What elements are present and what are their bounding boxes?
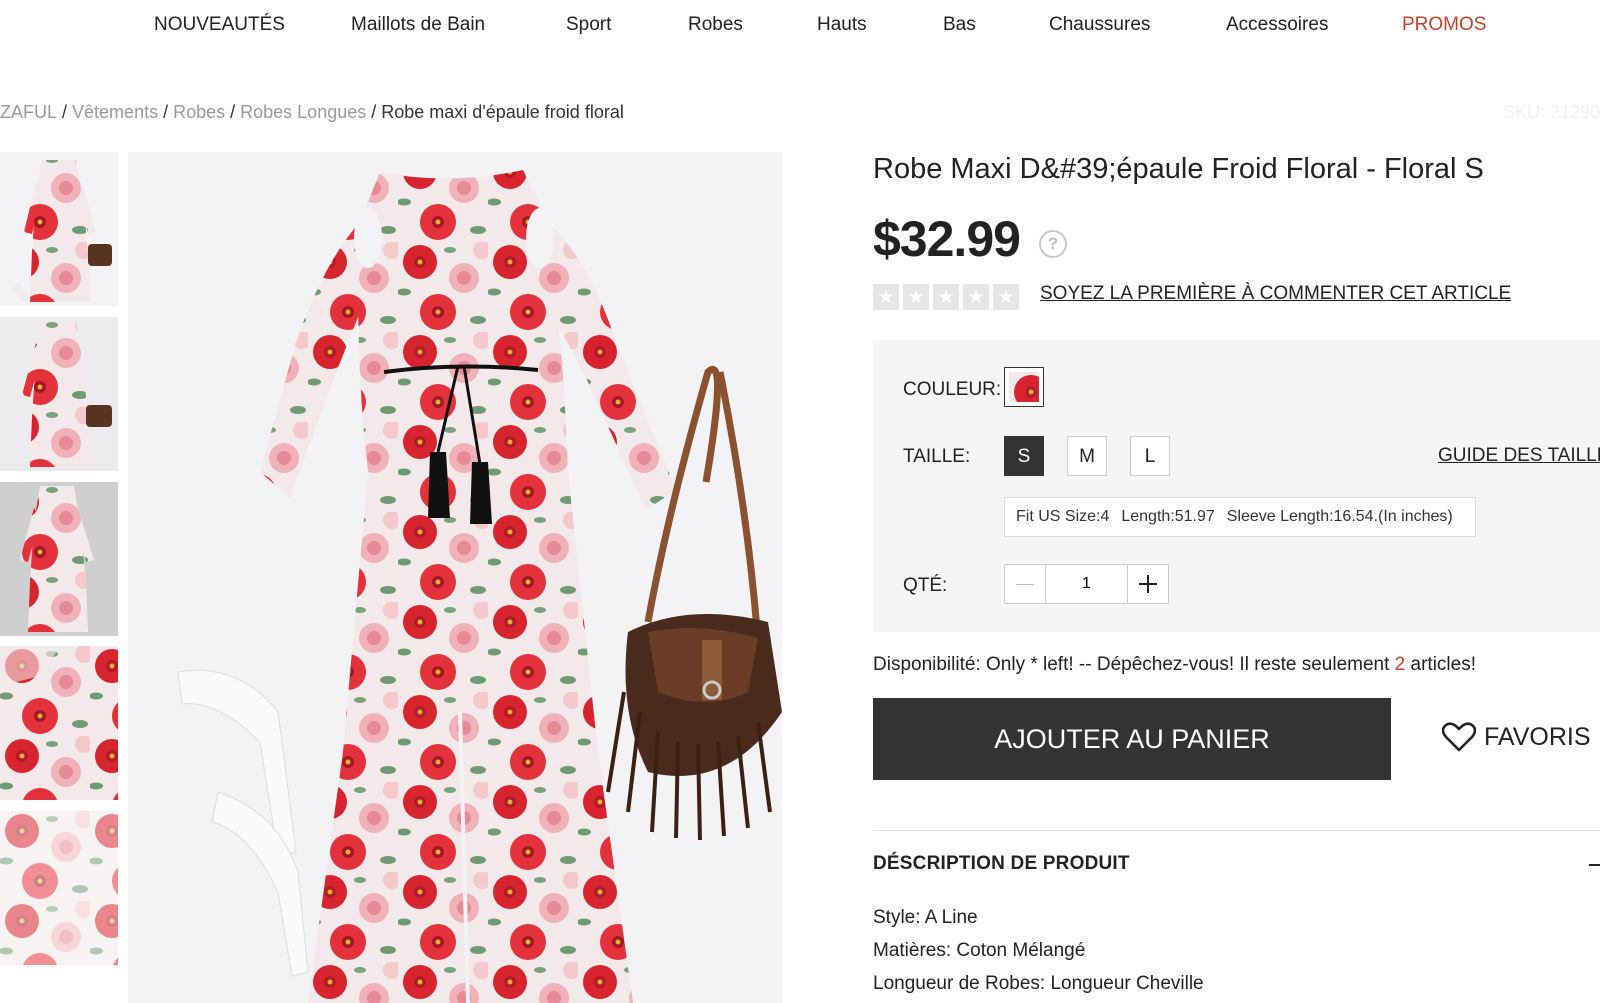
fit-us-size: Fit US Size:4 <box>1016 508 1110 525</box>
star-icon: ★ <box>903 284 929 310</box>
breadcrumb-separator: / <box>163 102 169 122</box>
breadcrumb-separator: / <box>62 102 68 122</box>
breadcrumb-separator: / <box>371 102 377 122</box>
thumbnail-image <box>0 811 118 965</box>
size-option-m[interactable]: M <box>1067 436 1107 476</box>
dress-illustration <box>128 152 782 1003</box>
breadcrumb-link-robes[interactable]: Robes <box>173 102 225 122</box>
product-main-image[interactable] <box>128 152 782 1003</box>
product-thumbnail-4[interactable] <box>0 646 118 800</box>
breadcrumb-current: Robe maxi d'épaule froid floral <box>381 102 624 122</box>
add-to-cart-button[interactable]: AJOUTER AU PANIER <box>873 698 1391 780</box>
nav-item-sport[interactable]: Sport <box>566 14 611 36</box>
spec-value: Coton Mélangé <box>956 940 1086 961</box>
breadcrumb-link-zaful[interactable]: ZAFUL <box>0 102 57 122</box>
breadcrumb-separator: / <box>230 102 236 122</box>
fit-length: Length:51.97 <box>1121 508 1215 525</box>
question-icon[interactable]: ? <box>1039 230 1067 258</box>
breadcrumb-link-vetements[interactable]: Vêtements <box>72 102 158 122</box>
product-thumbnail-1[interactable] <box>0 152 118 306</box>
nav-item-robes[interactable]: Robes <box>688 14 743 36</box>
spec-key: Style: <box>873 907 921 928</box>
review-link[interactable]: SOYEZ LA PREMIÈRE À COMMENTER CET ARTICL… <box>1040 283 1511 305</box>
product-thumbnail-5[interactable] <box>0 811 118 965</box>
fit-sleeve-length: Sleeve Length:16.54.(In inches) <box>1226 508 1453 525</box>
color-swatch-floral[interactable] <box>1004 367 1044 407</box>
breadcrumb-link-robes-longues[interactable]: Robes Longues <box>240 102 366 122</box>
star-icon: ★ <box>963 284 989 310</box>
star-icon: ★ <box>873 284 899 310</box>
favorites-button[interactable]: FAVORIS <box>1441 722 1591 752</box>
section-divider <box>873 830 1600 831</box>
thumbnail-image <box>0 646 118 800</box>
spec-style: Style: A Line <box>873 907 978 929</box>
spec-key: Matières: <box>873 940 952 961</box>
nav-item-chaussures[interactable]: Chaussures <box>1049 14 1150 36</box>
spec-material: Matières: Coton Mélangé <box>873 940 1085 962</box>
nav-item-accessoires[interactable]: Accessoires <box>1226 14 1328 36</box>
sku-label: SKU: 212905 <box>1503 102 1600 122</box>
collapse-icon[interactable] <box>1589 864 1600 866</box>
description-heading[interactable]: DÉSCRIPTION DE PRODUIT <box>873 853 1130 875</box>
main-nav: NOUVEAUTÉS Maillots de Bain Sport Robes … <box>0 0 1600 52</box>
availability-suffix: articles! <box>1410 654 1476 675</box>
product-thumbnail-2[interactable] <box>0 317 118 471</box>
nav-item-nouveautes[interactable]: NOUVEAUTÉS <box>154 14 285 36</box>
color-label: COULEUR: <box>903 379 1002 400</box>
product-price: $32.99 <box>873 211 1021 267</box>
plus-icon[interactable] <box>1127 565 1168 603</box>
favorites-label: FAVORIS <box>1484 722 1591 751</box>
spec-key: Longueur de Robes: <box>873 973 1046 994</box>
spec-length: Longueur de Robes: Longueur Cheville <box>873 973 1204 995</box>
breadcrumb: ZAFUL / Vêtements / Robes / Robes Longues / Robe… <box>0 102 624 123</box>
star-icon: ★ <box>933 284 959 310</box>
quantity-stepper <box>1004 564 1169 604</box>
fit-info: Fit US Size:4 Length:51.97 Sleeve Length:1… <box>1004 497 1476 537</box>
heart-icon <box>1441 722 1477 752</box>
spec-value: Longueur Cheville <box>1050 973 1204 994</box>
product-thumbnail-3[interactable] <box>0 482 118 636</box>
availability-count: 2 <box>1394 654 1406 675</box>
size-label: TAILLE: <box>903 446 971 467</box>
quantity-input[interactable] <box>1046 565 1127 603</box>
swatch-pattern <box>1009 372 1039 402</box>
spec-value: A Line <box>924 907 978 928</box>
availability-text: Disponibilité: Only * left! -- Dépêchez-… <box>873 654 1476 676</box>
thumbnail-image <box>0 482 118 636</box>
thumbnail-image <box>0 152 118 306</box>
rating-stars: ★ ★ ★ ★ ★ <box>873 284 1023 310</box>
swatch-image <box>1009 372 1039 402</box>
product-title: Robe Maxi D&#39;épaule Froid Floral - Fl… <box>873 153 1484 185</box>
thumbnail-image <box>0 317 118 471</box>
size-guide-link[interactable]: GUIDE DES TAILLE <box>1438 445 1600 467</box>
size-option-l[interactable]: L <box>1130 436 1170 476</box>
nav-item-promos[interactable]: PROMOS <box>1402 14 1486 36</box>
star-icon: ★ <box>993 284 1019 310</box>
size-option-s[interactable]: S <box>1004 436 1044 476</box>
qty-label: QTÉ: <box>903 575 948 596</box>
availability-message: Disponibilité: Only * left! -- Dépêchez-… <box>873 654 1390 675</box>
nav-item-bas[interactable]: Bas <box>943 14 976 36</box>
nav-item-maillots[interactable]: Maillots de Bain <box>351 14 485 36</box>
minus-icon[interactable] <box>1005 565 1046 603</box>
nav-item-hauts[interactable]: Hauts <box>817 14 867 36</box>
